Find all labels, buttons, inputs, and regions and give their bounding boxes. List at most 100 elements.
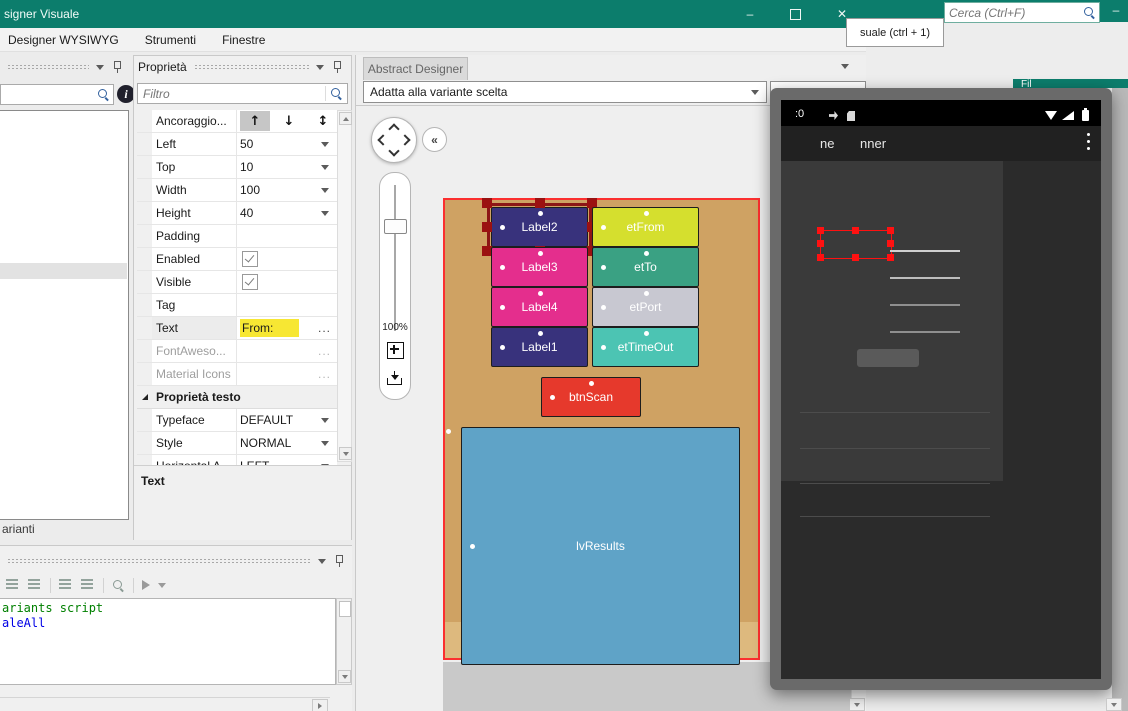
wysiwyg-button[interactable]: [857, 349, 919, 367]
resize-handle[interactable]: [482, 222, 492, 232]
property-value[interactable]: ↑ ↓ ↕: [237, 110, 342, 132]
dropdown-caret-icon[interactable]: [321, 188, 329, 193]
maximize-button[interactable]: [773, 0, 817, 28]
property-grid-scrollbar[interactable]: [337, 110, 352, 462]
pan-right-icon[interactable]: [399, 134, 411, 146]
pan-left-icon[interactable]: [377, 134, 389, 146]
designer-scroll-down-arrow[interactable]: [849, 698, 865, 711]
scroll-right-arrow[interactable]: [312, 699, 328, 711]
anchor-top-button[interactable]: ↑: [240, 111, 270, 131]
edittext-underline[interactable]: [890, 304, 960, 306]
pin-icon[interactable]: [332, 60, 342, 74]
property-row-material-icons[interactable]: Material Icons...: [137, 363, 337, 386]
minimize-button[interactable]: –: [728, 0, 772, 28]
phone-content[interactable]: [781, 161, 1101, 679]
global-search-box[interactable]: [944, 2, 1100, 23]
property-row-tag[interactable]: Tag: [137, 294, 337, 317]
titlebar[interactable]: signer Visuale – ✕: [0, 0, 866, 28]
background-window-minimize-button[interactable]: –: [1104, 0, 1128, 20]
search-icon[interactable]: [330, 87, 343, 101]
property-row-visible[interactable]: Visible: [137, 271, 337, 294]
resize-handle[interactable]: [851, 226, 859, 234]
property-value[interactable]: ...: [237, 340, 337, 362]
checkbox[interactable]: [242, 274, 258, 290]
property-row-padding[interactable]: Padding: [137, 225, 337, 248]
property-row-enabled[interactable]: Enabled: [137, 248, 337, 271]
resize-handle[interactable]: [816, 240, 824, 247]
edittext-underline[interactable]: [890, 250, 960, 252]
checkbox[interactable]: [242, 251, 258, 267]
comment-icon[interactable]: [6, 579, 20, 591]
global-search-input[interactable]: [945, 5, 1083, 20]
resize-handle[interactable]: [816, 253, 824, 261]
property-value[interactable]: NORMAL: [237, 432, 337, 454]
edittext-underline[interactable]: [890, 331, 960, 333]
panel-menu-caret-icon[interactable]: [318, 558, 326, 564]
menu-finestre[interactable]: Finestre: [222, 33, 265, 47]
pan-down-icon[interactable]: [388, 145, 400, 157]
tab-abstract-designer[interactable]: Abstract Designer: [363, 57, 468, 80]
views-search-input[interactable]: [1, 86, 97, 103]
section-expander-icon[interactable]: [141, 394, 148, 400]
pan-control[interactable]: [371, 117, 417, 163]
property-row-typeface[interactable]: Typeface DEFAULT: [137, 409, 337, 432]
uncomment-icon[interactable]: [28, 579, 42, 591]
ellipsis-button[interactable]: ...: [318, 321, 331, 335]
dropdown-caret-icon[interactable]: [321, 418, 329, 423]
property-row-top[interactable]: Top 10: [137, 156, 337, 179]
anchor-bottom-button[interactable]: ↓: [274, 111, 304, 131]
dropdown-caret-icon[interactable]: [321, 441, 329, 446]
code-horizontal-scrollbar[interactable]: [0, 697, 330, 711]
scroll-down-arrow[interactable]: [338, 670, 351, 683]
property-row-height[interactable]: Height 40: [137, 202, 337, 225]
panel-menu-caret-icon[interactable]: [96, 64, 104, 70]
property-value[interactable]: 40: [237, 202, 337, 224]
resize-handle[interactable]: [851, 253, 859, 261]
designer-control-lvResults[interactable]: lvResults: [461, 427, 740, 665]
property-row-ancoraggio-[interactable]: Ancoraggio... ↑ ↓ ↕: [137, 110, 337, 133]
properties-filter-input[interactable]: [138, 85, 325, 102]
dropdown-caret-icon[interactable]: [321, 142, 329, 147]
more-caret-icon[interactable]: [158, 582, 166, 588]
menu-strumenti[interactable]: Strumenti: [145, 33, 196, 47]
property-row-text[interactable]: Text From:...: [137, 317, 337, 340]
properties-panel-header[interactable]: Proprietà: [138, 57, 350, 77]
variants-script-header[interactable]: [0, 551, 352, 571]
indent-icon[interactable]: [81, 579, 95, 591]
selection-frame[interactable]: [487, 203, 592, 251]
property-value[interactable]: From:...: [237, 317, 337, 339]
collapse-tools-button[interactable]: «: [422, 127, 447, 152]
wysiwyg-phone-window[interactable]: :0 ne nner: [770, 88, 1112, 690]
property-value[interactable]: [237, 294, 337, 316]
find-icon[interactable]: [112, 579, 125, 592]
scroll-down-arrow[interactable]: [339, 447, 352, 460]
property-row-propriet-testo[interactable]: Proprietà testo: [137, 386, 337, 409]
designer-menu-caret-icon[interactable]: [841, 64, 849, 69]
property-value[interactable]: ...: [237, 363, 337, 385]
designer-visuale-shortcut-tab[interactable]: suale (ctrl + 1): [846, 18, 944, 47]
load-layout-button[interactable]: [384, 367, 406, 389]
fit-to-screen-button[interactable]: [384, 339, 406, 361]
resize-handle[interactable]: [816, 226, 824, 234]
dropdown-caret-icon[interactable]: [321, 165, 329, 170]
resize-handle[interactable]: [886, 240, 894, 247]
dropdown-caret-icon[interactable]: [321, 211, 329, 216]
properties-filter-box[interactable]: [137, 83, 348, 104]
property-value[interactable]: 100: [237, 179, 337, 201]
panel-menu-caret-icon[interactable]: [316, 64, 324, 70]
scroll-up-arrow[interactable]: [339, 112, 352, 125]
property-value[interactable]: [237, 225, 337, 247]
resize-handle[interactable]: [886, 226, 894, 234]
background-scrollbar-down-arrow[interactable]: [1106, 698, 1122, 711]
resize-handle[interactable]: [886, 253, 894, 261]
phone-activity-area[interactable]: [781, 161, 1003, 481]
views-tree-list[interactable]: [0, 110, 129, 520]
tree-selected-row[interactable]: [0, 263, 127, 279]
views-panel-header[interactable]: [0, 57, 130, 77]
code-vertical-scrollbar[interactable]: [336, 598, 352, 685]
property-row-left[interactable]: Left 50: [137, 133, 337, 156]
overflow-menu-icon[interactable]: [1087, 133, 1090, 136]
file-tab-fragment[interactable]: Fil: [1013, 79, 1128, 88]
search-icon[interactable]: [1083, 6, 1096, 20]
property-row-width[interactable]: Width 100: [137, 179, 337, 202]
